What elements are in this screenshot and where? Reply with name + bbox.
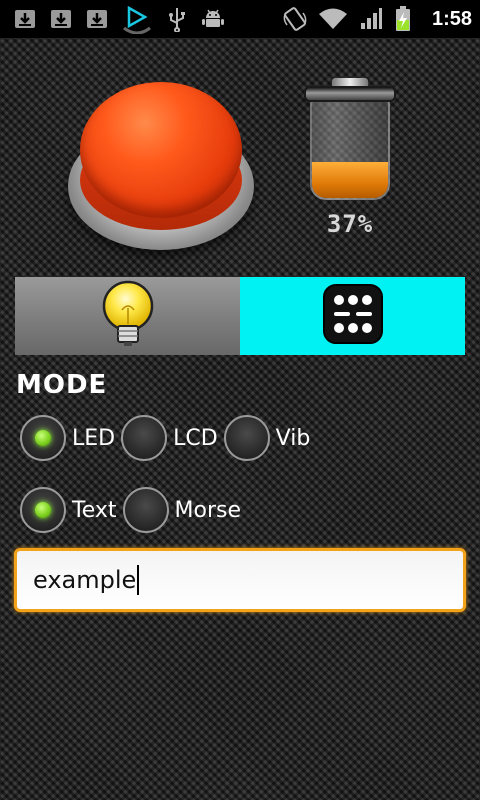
battery-rim <box>304 86 396 102</box>
auto-rotate-icon <box>282 6 308 32</box>
dice-icon <box>322 283 384 349</box>
radio-button[interactable] <box>223 415 270 461</box>
radio-label: LED <box>72 425 116 451</box>
radio-label: Morse <box>174 497 241 523</box>
flash-trigger-button[interactable] <box>68 82 254 252</box>
button-top <box>80 82 242 218</box>
battery-percent-label: 37% <box>326 210 374 238</box>
status-bar: 1:58 <box>0 0 480 38</box>
wifi-icon <box>318 6 348 32</box>
download-icon <box>12 6 38 32</box>
play-store-icon <box>120 5 154 34</box>
signal-icon <box>358 6 384 32</box>
radio-selected-dot <box>35 502 51 518</box>
radio-morse[interactable]: Morse <box>122 487 241 533</box>
radio-selected-dot <box>35 430 51 446</box>
download-icon <box>84 6 110 32</box>
radio-text[interactable]: Text <box>20 487 117 533</box>
radio-label: Text <box>72 497 117 523</box>
message-input-value: example <box>33 566 137 594</box>
text-cursor <box>137 565 140 595</box>
battery-indicator <box>302 78 398 202</box>
input-mode-group: Text Morse <box>20 486 247 534</box>
battery-glass <box>310 100 390 200</box>
message-input[interactable]: example <box>14 548 466 612</box>
radio-vib[interactable]: Vib <box>223 415 311 461</box>
battery-charging-icon <box>394 6 412 32</box>
usb-icon <box>164 6 190 32</box>
notification-icons <box>12 3 226 35</box>
mode-heading: MODE <box>16 370 108 400</box>
download-icon <box>48 6 74 32</box>
system-icons: 1:58 <box>282 3 472 35</box>
dice-mode-button[interactable] <box>240 277 465 355</box>
radio-button[interactable] <box>20 487 66 533</box>
radio-label: Vib <box>275 425 311 451</box>
clock: 1:58 <box>431 7 472 30</box>
radio-button[interactable] <box>122 487 169 533</box>
battery-level-fill <box>312 162 388 198</box>
radio-led[interactable]: LED <box>20 415 115 461</box>
android-debug-icon <box>200 6 226 32</box>
radio-label: LCD <box>173 425 218 451</box>
radio-lcd[interactable]: LCD <box>121 415 218 461</box>
light-dice-toggle <box>15 277 465 355</box>
radio-button[interactable] <box>20 415 66 461</box>
radio-button[interactable] <box>121 415 168 461</box>
output-mode-group: LED LCD Vib <box>20 414 316 462</box>
light-mode-button[interactable] <box>15 277 240 355</box>
light-bulb-icon <box>98 280 158 352</box>
